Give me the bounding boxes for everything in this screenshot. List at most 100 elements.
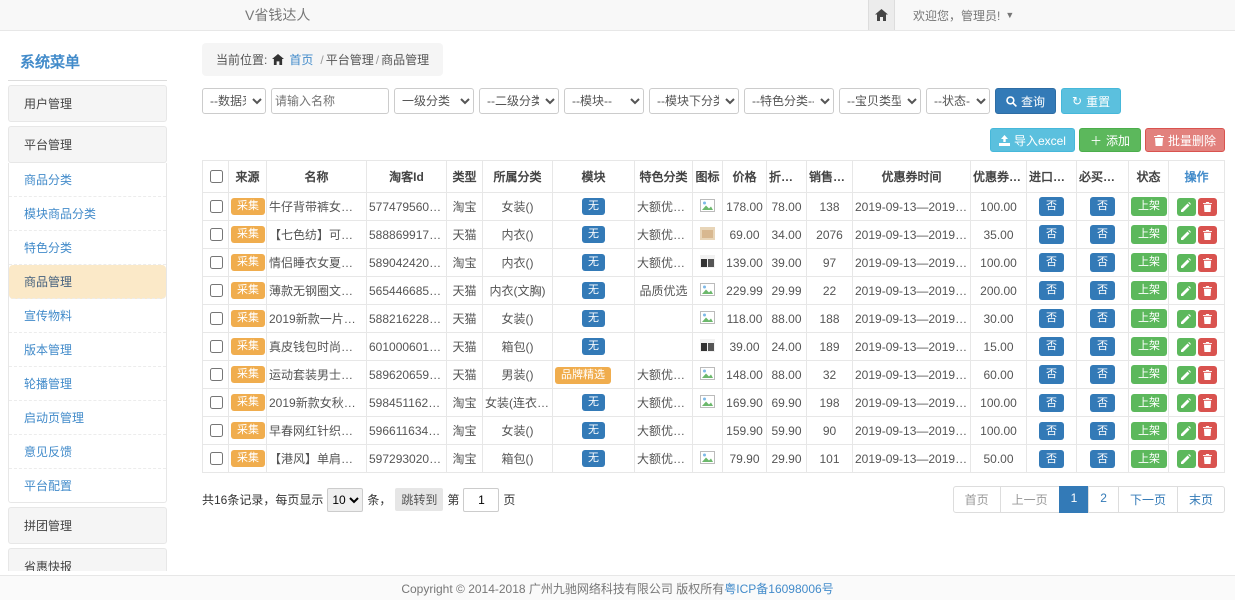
page-button-末页[interactable]: 末页 — [1177, 486, 1225, 513]
sidebar-item[interactable]: 模块商品分类 — [9, 197, 166, 231]
page-button-首页[interactable]: 首页 — [953, 486, 1001, 513]
status-toggle[interactable]: 上架 — [1131, 225, 1167, 243]
edit-button[interactable] — [1177, 366, 1196, 384]
edit-button[interactable] — [1177, 254, 1196, 272]
must-buy-toggle[interactable]: 否 — [1090, 253, 1115, 271]
delete-button[interactable] — [1198, 282, 1217, 300]
query-button[interactable]: 查询 — [995, 88, 1056, 114]
jump-page-input[interactable] — [463, 488, 499, 512]
row-checkbox[interactable] — [210, 396, 223, 409]
sidebar-group-header[interactable]: 用户管理 — [8, 85, 167, 122]
delete-button[interactable] — [1198, 254, 1217, 272]
import-select-toggle[interactable]: 否 — [1039, 422, 1064, 440]
page-button-1[interactable]: 1 — [1059, 486, 1090, 513]
edit-button[interactable] — [1177, 338, 1196, 356]
must-buy-toggle[interactable]: 否 — [1090, 337, 1115, 355]
row-checkbox[interactable] — [210, 228, 223, 241]
status-toggle[interactable]: 上架 — [1131, 253, 1167, 271]
filter-select-feature[interactable]: --特色分类-- — [744, 88, 834, 114]
import-select-toggle[interactable]: 否 — [1039, 281, 1064, 299]
edit-button[interactable] — [1177, 394, 1196, 412]
filter-select-cat2[interactable]: --二级分类-- — [479, 88, 559, 114]
select-all-checkbox[interactable] — [210, 170, 223, 183]
batch-delete-button[interactable]: 批量删除 — [1145, 128, 1225, 152]
page-button-上一页[interactable]: 上一页 — [1000, 486, 1060, 513]
filter-select-goodtype[interactable]: --宝贝类型-- — [839, 88, 921, 114]
sidebar-item[interactable]: 启动页管理 — [9, 401, 166, 435]
import-select-toggle[interactable]: 否 — [1039, 309, 1064, 327]
row-checkbox[interactable] — [210, 312, 223, 325]
must-buy-toggle[interactable]: 否 — [1090, 365, 1115, 383]
page-button-2[interactable]: 2 — [1088, 486, 1119, 513]
import-select-toggle[interactable]: 否 — [1039, 253, 1064, 271]
edit-button[interactable] — [1177, 310, 1196, 328]
must-buy-toggle[interactable]: 否 — [1090, 422, 1115, 440]
edit-button[interactable] — [1177, 198, 1196, 216]
status-toggle[interactable]: 上架 — [1131, 422, 1167, 440]
delete-button[interactable] — [1198, 422, 1217, 440]
must-buy-toggle[interactable]: 否 — [1090, 197, 1115, 215]
row-checkbox[interactable] — [210, 424, 223, 437]
delete-button[interactable] — [1198, 366, 1217, 384]
status-toggle[interactable]: 上架 — [1131, 281, 1167, 299]
sidebar-group-header[interactable]: 省惠快报 — [8, 548, 167, 571]
sidebar-item[interactable]: 平台配置 — [9, 469, 166, 502]
must-buy-toggle[interactable]: 否 — [1090, 394, 1115, 412]
must-buy-toggle[interactable]: 否 — [1090, 225, 1115, 243]
icp-link[interactable]: 粤ICP备16098006号 — [724, 580, 833, 597]
import-select-toggle[interactable]: 否 — [1039, 365, 1064, 383]
sidebar-item[interactable]: 版本管理 — [9, 333, 166, 367]
import-select-toggle[interactable]: 否 — [1039, 197, 1064, 215]
status-toggle[interactable]: 上架 — [1131, 365, 1167, 383]
delete-button[interactable] — [1198, 226, 1217, 244]
import-select-toggle[interactable]: 否 — [1039, 394, 1064, 412]
sidebar-item[interactable]: 意见反馈 — [9, 435, 166, 469]
delete-button[interactable] — [1198, 394, 1217, 412]
edit-button[interactable] — [1177, 450, 1196, 468]
import-excel-button[interactable]: 导入excel — [990, 128, 1075, 152]
filter-select-cat1[interactable]: 一级分类 — [394, 88, 474, 114]
delete-button[interactable] — [1198, 450, 1217, 468]
status-toggle[interactable]: 上架 — [1131, 450, 1167, 468]
reset-button[interactable]: ↻重置 — [1061, 88, 1121, 114]
filter-select-status[interactable]: --状态-- — [926, 88, 990, 114]
sidebar-item[interactable]: 商品分类 — [9, 163, 166, 197]
home-button[interactable] — [868, 0, 895, 30]
import-select-toggle[interactable]: 否 — [1039, 450, 1064, 468]
row-checkbox[interactable] — [210, 452, 223, 465]
sidebar-item[interactable]: 宣传物料 — [9, 299, 166, 333]
sidebar-group-header[interactable]: 拼团管理 — [8, 507, 167, 544]
filter-input-name[interactable] — [271, 88, 389, 114]
row-checkbox[interactable] — [210, 256, 223, 269]
delete-button[interactable] — [1198, 198, 1217, 216]
filter-select-data-source[interactable]: --数据来源-- — [202, 88, 266, 114]
import-select-toggle[interactable]: 否 — [1039, 225, 1064, 243]
breadcrumb-home-link[interactable]: 首页 — [289, 51, 313, 68]
sidebar-item[interactable]: 轮播管理 — [9, 367, 166, 401]
add-button[interactable]: ＋ 添加 — [1079, 128, 1141, 152]
row-checkbox[interactable] — [210, 200, 223, 213]
row-checkbox[interactable] — [210, 340, 223, 353]
delete-button[interactable] — [1198, 310, 1217, 328]
page-button-下一页[interactable]: 下一页 — [1118, 486, 1178, 513]
edit-button[interactable] — [1177, 282, 1196, 300]
status-toggle[interactable]: 上架 — [1131, 394, 1167, 412]
sidebar-group-header[interactable]: 平台管理 — [8, 126, 167, 163]
row-checkbox[interactable] — [210, 368, 223, 381]
sidebar-item[interactable]: 商品管理 — [9, 265, 166, 299]
import-select-toggle[interactable]: 否 — [1039, 337, 1064, 355]
edit-button[interactable] — [1177, 422, 1196, 440]
jump-button[interactable]: 跳转到 — [395, 488, 443, 511]
user-menu[interactable]: 欢迎您，管理员! ▼ — [895, 0, 1235, 30]
status-toggle[interactable]: 上架 — [1131, 197, 1167, 215]
must-buy-toggle[interactable]: 否 — [1090, 309, 1115, 327]
delete-button[interactable] — [1198, 338, 1217, 356]
status-toggle[interactable]: 上架 — [1131, 337, 1167, 355]
must-buy-toggle[interactable]: 否 — [1090, 281, 1115, 299]
filter-select-modulesub[interactable]: --模块下分类-- — [649, 88, 739, 114]
row-checkbox[interactable] — [210, 284, 223, 297]
edit-button[interactable] — [1177, 226, 1196, 244]
filter-select-module[interactable]: --模块-- — [564, 88, 644, 114]
must-buy-toggle[interactable]: 否 — [1090, 450, 1115, 468]
sidebar-item[interactable]: 特色分类 — [9, 231, 166, 265]
